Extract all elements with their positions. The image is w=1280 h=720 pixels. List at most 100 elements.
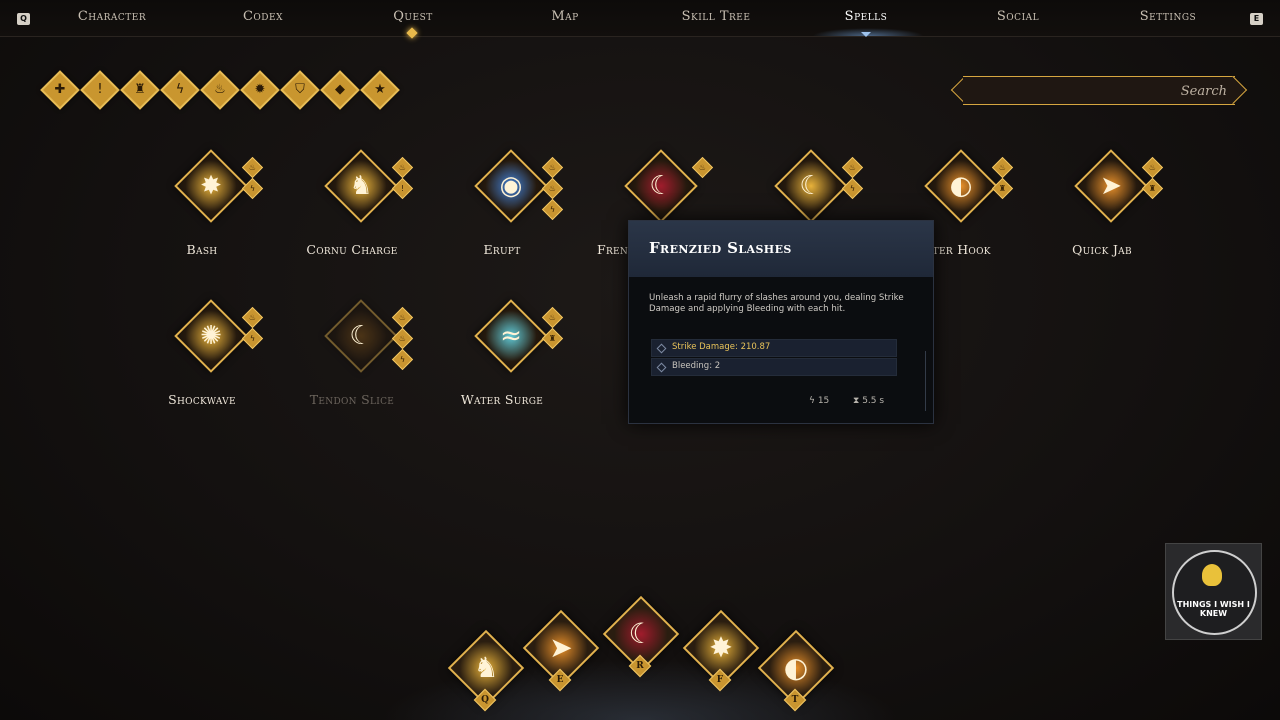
- tab-social[interactable]: Social: [997, 9, 1039, 24]
- tag-glyph: ♨: [398, 334, 407, 343]
- hotbar-spell-icon: ➤: [549, 631, 573, 664]
- spell-name: Bash: [186, 242, 218, 257]
- spell-icon: ♞: [349, 171, 373, 201]
- tooltip-cooldown: ⧗ 5.5 s: [853, 396, 884, 406]
- spell-tags: ♨ ϟ: [241, 156, 264, 202]
- tag-glyph: ϟ: [549, 205, 556, 214]
- search-input[interactable]: [975, 79, 1229, 103]
- spell-name: Cornu Charge: [306, 242, 398, 257]
- tag-glyph: ♨: [548, 163, 557, 172]
- tag-glyph: ♨: [398, 163, 407, 172]
- spell-icon: ✸: [200, 171, 222, 201]
- hotbar-spell-icon: ◐: [783, 651, 809, 684]
- spell-name: Tendon Slice: [309, 392, 395, 407]
- search-box[interactable]: [950, 75, 1248, 105]
- spell-name: Quick Jab: [1072, 242, 1132, 257]
- tag-glyph: !: [400, 184, 405, 193]
- spell-tag-icon: ♨: [391, 156, 414, 179]
- spell-card[interactable]: ✸ ♨ ϟ Bash: [167, 149, 287, 266]
- tooltip-scrollbar[interactable]: [925, 351, 926, 411]
- spell-tag-icon: ♨: [1141, 156, 1164, 179]
- hotbar-slot[interactable]: ☾ R: [602, 595, 680, 686]
- spell-card[interactable]: ◉ ♨ ♨ ϟ Erupt: [467, 149, 587, 266]
- cost-value: 15: [817, 396, 830, 406]
- tab-codex[interactable]: Codex: [243, 9, 283, 24]
- spell-name: Water Surge: [460, 392, 544, 407]
- filter-lightning-icon[interactable]: ϟ: [160, 70, 200, 110]
- spell-tags: ♨ ♜: [991, 156, 1014, 202]
- filter-helmet-icon[interactable]: ♜: [120, 70, 160, 110]
- filter-gem-icon[interactable]: ◆: [320, 70, 360, 110]
- filter-grid-icon[interactable]: ✚: [40, 70, 80, 110]
- hotbar-slot[interactable]: ◐ T: [757, 629, 835, 720]
- spell-tag-icon: ♨: [691, 156, 714, 179]
- tooltip-cost: ϟ 15: [809, 396, 829, 406]
- tab-character[interactable]: Character: [78, 9, 146, 24]
- hotkey-label: E: [556, 675, 564, 685]
- hotkey-label: Q: [481, 695, 489, 705]
- hotbar-spell-icon: ☾: [628, 617, 654, 650]
- spell-card[interactable]: ≈ ♨ ♜ Water Surge: [461, 299, 587, 416]
- spell-tag-icon: ϟ: [391, 348, 414, 371]
- spell-icon: ≈: [500, 321, 522, 351]
- tag-glyph: ♨: [998, 163, 1007, 172]
- tab-settings[interactable]: Settings: [1140, 9, 1196, 24]
- spell-tag-icon: ♨: [241, 306, 264, 329]
- spell-icon: ➤: [1100, 171, 1122, 201]
- tab-skill-tree[interactable]: Skill Tree: [682, 9, 751, 24]
- spell-tags: ♨ ♨ ϟ: [541, 156, 564, 223]
- tab-quest[interactable]: Quest: [393, 9, 432, 24]
- filter-burst-icon[interactable]: ✹: [240, 70, 280, 110]
- hotbar-slot[interactable]: ♞ Q: [447, 629, 525, 720]
- cooldown-value: 5.5 s: [862, 396, 885, 406]
- spell-tag-icon: ♨: [991, 156, 1014, 179]
- filter-shield-icon[interactable]: ⛉: [280, 70, 320, 110]
- filter-flame-icon[interactable]: ♨: [200, 70, 240, 110]
- tag-glyph: ϟ: [249, 334, 256, 343]
- spell-tags: ♨ ϟ: [241, 306, 264, 352]
- tag-glyph: ϟ: [849, 184, 856, 193]
- hotbar-slot[interactable]: ✸ F: [682, 609, 760, 700]
- spell-tooltip: Frenzied Slashes Unleash a rapid flurry …: [628, 220, 934, 424]
- spell-icon: ✺: [200, 321, 222, 351]
- spell-tag-icon: ϟ: [241, 327, 264, 350]
- hourglass-icon: ⧗: [853, 396, 860, 406]
- spell-tags: ♨ ♜: [541, 306, 564, 352]
- tab-spells[interactable]: Spells: [845, 9, 888, 24]
- tag-glyph: ♜: [998, 184, 1007, 193]
- spell-tag-icon: ♨: [241, 156, 264, 179]
- warning-icon: !: [97, 82, 103, 97]
- hotbar-slot[interactable]: ➤ E: [522, 609, 600, 700]
- spell-card[interactable]: ☾ ♨ ♨ ϟ Tendon Slice: [310, 299, 437, 416]
- spell-card[interactable]: ➤ ♨ ♜ Quick Jab: [1067, 149, 1187, 266]
- spell-card[interactable]: ✺ ♨ ϟ Shockwave: [167, 299, 287, 416]
- spell-tag-icon: ♜: [541, 327, 564, 350]
- tag-glyph: ♨: [698, 163, 707, 172]
- tab-map[interactable]: Map: [551, 9, 578, 24]
- logo-text: THINGS I WISH I KNEW: [1177, 600, 1250, 618]
- spell-tag-icon: ♨: [391, 327, 414, 350]
- spell-icon: ◉: [499, 171, 523, 201]
- quest-notification-icon: [406, 27, 418, 39]
- stat-bullet-icon: [656, 343, 667, 354]
- tag-glyph: ♨: [548, 313, 557, 322]
- spell-tag-icon: ♨: [541, 156, 564, 179]
- spell-tag-icon: ♨: [541, 177, 564, 200]
- spell-tags: ♨ ϟ: [841, 156, 864, 202]
- tooltip-stat: Bleeding: 2: [651, 358, 897, 376]
- hotbar-spell-icon: ♞: [473, 651, 499, 684]
- tooltip-stat: Strike Damage: 210.87: [651, 339, 897, 357]
- spell-card[interactable]: ♞ ♨! Cornu Charge: [306, 149, 437, 266]
- stat-label: Bleeding: 2: [672, 361, 721, 371]
- spell-tags: ♨!: [391, 156, 414, 202]
- tooltip-title: Frenzied Slashes: [649, 239, 792, 257]
- filter-warning-icon[interactable]: !: [80, 70, 120, 110]
- filter-star-icon[interactable]: ★: [360, 70, 400, 110]
- spell-icon: ◐: [949, 171, 973, 201]
- spell-card[interactable]: ◐ ♨ ♜ Water Hook: [913, 149, 1037, 266]
- tag-glyph: ♨: [548, 184, 557, 193]
- next-tab-key[interactable]: E: [1250, 13, 1263, 25]
- spell-tags: ♨: [691, 156, 714, 181]
- prev-tab-key[interactable]: Q: [17, 13, 30, 25]
- tag-glyph: ♨: [398, 313, 407, 322]
